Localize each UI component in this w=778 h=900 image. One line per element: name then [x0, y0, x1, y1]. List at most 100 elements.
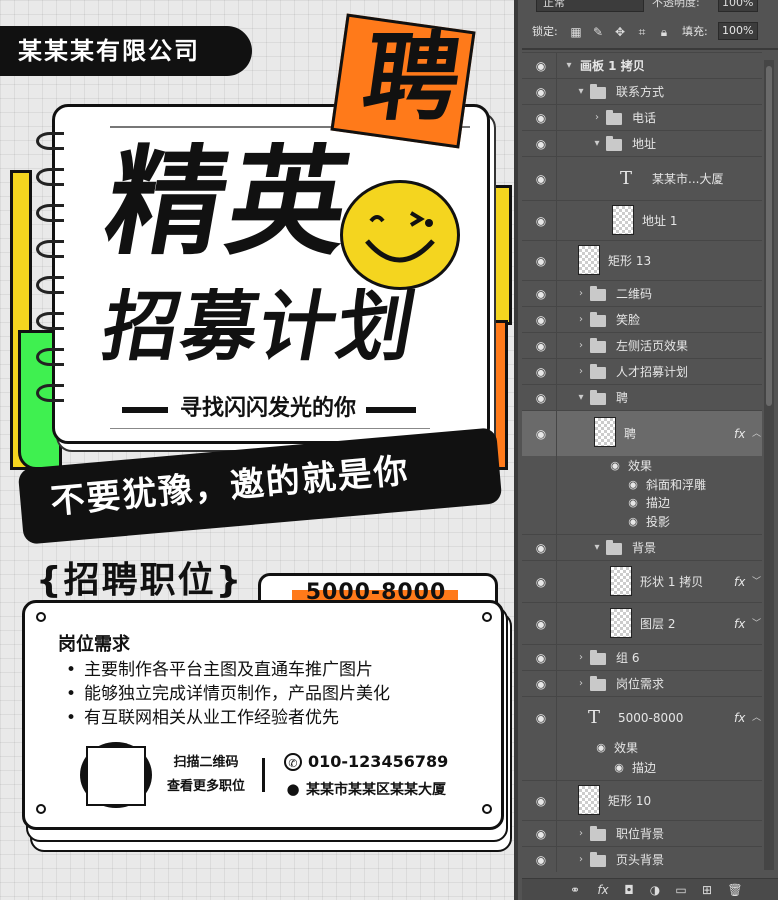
chevron-right-icon[interactable]: › — [576, 678, 586, 690]
chevron-up-icon[interactable]: ︿ — [752, 427, 760, 441]
eye-icon[interactable]: ◉ — [532, 827, 550, 841]
layer-row[interactable]: ◉ ▾ 联系方式 — [522, 78, 762, 104]
layer-row[interactable]: ◉ › 人才招募计划 — [522, 358, 762, 384]
effect-row[interactable]: ◉ 斜面和浮雕 — [522, 476, 762, 494]
chevron-right-icon[interactable]: › — [592, 112, 602, 124]
eye-icon[interactable]: ◉ — [532, 391, 550, 405]
layer-row[interactable]: ◉ ▾ 背景 — [522, 534, 762, 560]
lock-icon[interactable]: 🔒︎ — [656, 24, 672, 40]
chevron-up-icon[interactable]: ︿ — [752, 711, 760, 725]
layer-row[interactable]: ◉ 图层 2 fx ﹀ — [522, 602, 762, 644]
adjustment-icon[interactable]: ◑ — [646, 882, 664, 898]
eye-icon[interactable]: ◉ — [532, 214, 550, 228]
eye-icon[interactable]: ◉ — [532, 59, 550, 73]
eye-icon[interactable]: ◉ — [532, 651, 550, 665]
eye-icon[interactable]: ◉ — [532, 541, 550, 555]
link-icon[interactable]: ⚭ — [566, 882, 584, 898]
mask-icon[interactable]: ◘ — [620, 882, 638, 898]
layer-row-selected[interactable]: ◉ 聘 fx ︿ — [522, 410, 762, 456]
layer-row[interactable]: ◉ › 电话 — [522, 104, 762, 130]
artboard-icon[interactable]: ⌗ — [634, 24, 650, 40]
layer-row[interactable]: ◉ 矩形 10 — [522, 780, 762, 820]
eye-icon[interactable]: ◉ — [532, 339, 550, 353]
effect-row[interactable]: ◉ 描边 — [522, 494, 762, 512]
chevron-right-icon[interactable]: › — [576, 288, 586, 300]
chevron-right-icon[interactable]: › — [576, 340, 586, 352]
eye-icon[interactable]: ◉ — [532, 617, 550, 631]
chevron-down-icon[interactable]: ﹀ — [752, 617, 760, 631]
fx-indicator[interactable]: fx — [734, 575, 750, 589]
eye-icon[interactable]: ◉ — [612, 762, 626, 774]
lock-transparent-icon[interactable]: ▦ — [568, 24, 584, 40]
eye-icon[interactable]: ◉ — [532, 287, 550, 301]
chevron-down-icon[interactable]: ▾ — [576, 392, 586, 404]
effect-row[interactable]: ◉ 投影 — [522, 512, 762, 534]
chevron-right-icon[interactable]: › — [576, 366, 586, 378]
row-divider — [556, 535, 557, 560]
layer-row[interactable]: ◉ ▾ 聘 — [522, 384, 762, 410]
chevron-right-icon[interactable]: › — [576, 828, 586, 840]
layers-scroll-thumb[interactable] — [766, 66, 772, 406]
poster-canvas[interactable]: 某某某有限公司 聘 精英 招募计划 寻找闪闪发光的你 不要犹豫，邀的就是你 {招… — [0, 0, 518, 900]
blend-mode-select[interactable]: 正常 — [536, 0, 644, 12]
eye-icon[interactable]: ◉ — [626, 516, 640, 528]
layer-row[interactable]: ◉ › 职位背景 — [522, 820, 762, 846]
eye-icon[interactable]: ◉ — [532, 254, 550, 268]
eye-icon[interactable]: ◉ — [626, 479, 640, 491]
layer-row[interactable]: ◉ › 组 6 — [522, 644, 762, 670]
eye-icon[interactable]: ◉ — [532, 85, 550, 99]
eye-icon[interactable]: ◉ — [532, 172, 550, 186]
new-group-icon[interactable]: ▭ — [672, 882, 690, 898]
eye-icon[interactable]: ◉ — [532, 427, 550, 441]
eye-icon[interactable]: ◉ — [532, 853, 550, 867]
opacity-input[interactable]: 100% — [718, 0, 758, 12]
eye-icon[interactable]: ◉ — [532, 575, 550, 589]
chevron-right-icon[interactable]: › — [576, 314, 586, 326]
fx-indicator[interactable]: fx — [734, 427, 750, 441]
eye-icon[interactable]: ◉ — [608, 460, 622, 472]
layer-row[interactable]: ◉ › 页头背景 — [522, 846, 762, 872]
fx-icon[interactable]: fx — [594, 882, 612, 898]
eye-icon[interactable]: ◉ — [626, 497, 640, 509]
fx-indicator[interactable]: fx — [734, 711, 750, 725]
layer-row[interactable]: ◉ T 5000-8000 fx ︿ — [522, 696, 762, 738]
effect-row[interactable]: ◉ 描边 — [522, 758, 762, 780]
chevron-right-icon[interactable]: › — [576, 652, 586, 664]
eye-icon[interactable]: ◉ — [532, 137, 550, 151]
trash-icon[interactable]: 🗑︎ — [726, 882, 744, 898]
layer-row[interactable]: ◉ 地址 1 — [522, 200, 762, 240]
layer-row[interactable]: ◉ ▾ 画板 1 拷贝 — [522, 52, 762, 78]
layer-row[interactable]: ◉ › 左侧活页效果 — [522, 332, 762, 358]
eye-icon[interactable]: ◉ — [532, 711, 550, 725]
effects-row[interactable]: ◉ 效果 — [522, 738, 762, 758]
eye-icon[interactable]: ◉ — [532, 794, 550, 808]
layer-row[interactable]: ◉ 形状 1 拷贝 fx ﹀ — [522, 560, 762, 602]
chevron-down-icon[interactable]: ▾ — [592, 542, 602, 554]
move-icon[interactable]: ✥ — [612, 24, 628, 40]
fx-indicator[interactable]: fx — [734, 617, 750, 631]
chevron-down-icon[interactable]: ▾ — [592, 138, 602, 150]
chevron-down-icon[interactable]: ﹀ — [752, 575, 760, 589]
layer-row[interactable]: ◉ 矩形 13 — [522, 240, 762, 280]
effects-row[interactable]: ◉ 效果 — [522, 456, 762, 476]
brush-icon[interactable]: ✎ — [590, 24, 606, 40]
effect-name: 描边 — [646, 495, 670, 511]
address: 某某市某某区某某大厦 — [306, 778, 476, 802]
eye-icon[interactable]: ◉ — [532, 365, 550, 379]
eye-icon[interactable]: ◉ — [532, 111, 550, 125]
eye-icon[interactable]: ◉ — [532, 677, 550, 691]
eye-icon[interactable]: ◉ — [594, 742, 608, 754]
new-layer-icon[interactable]: ⊞ — [698, 882, 716, 898]
layer-row[interactable]: ◉ T 某某市...大厦 — [522, 156, 762, 200]
layer-row[interactable]: ◉ › 笑脸 — [522, 306, 762, 332]
layer-row[interactable]: ◉ › 岗位需求 — [522, 670, 762, 696]
chevron-down-icon[interactable]: ▾ — [564, 60, 574, 72]
row-divider — [556, 79, 557, 104]
chevron-right-icon[interactable]: › — [576, 854, 586, 866]
fill-input[interactable]: 100% — [718, 22, 758, 40]
layer-row[interactable]: ◉ ▾ 地址 — [522, 130, 762, 156]
chevron-down-icon[interactable]: ▾ — [576, 86, 586, 98]
eye-icon[interactable]: ◉ — [532, 313, 550, 327]
row-divider — [556, 157, 557, 200]
layer-row[interactable]: ◉ › 二维码 — [522, 280, 762, 306]
